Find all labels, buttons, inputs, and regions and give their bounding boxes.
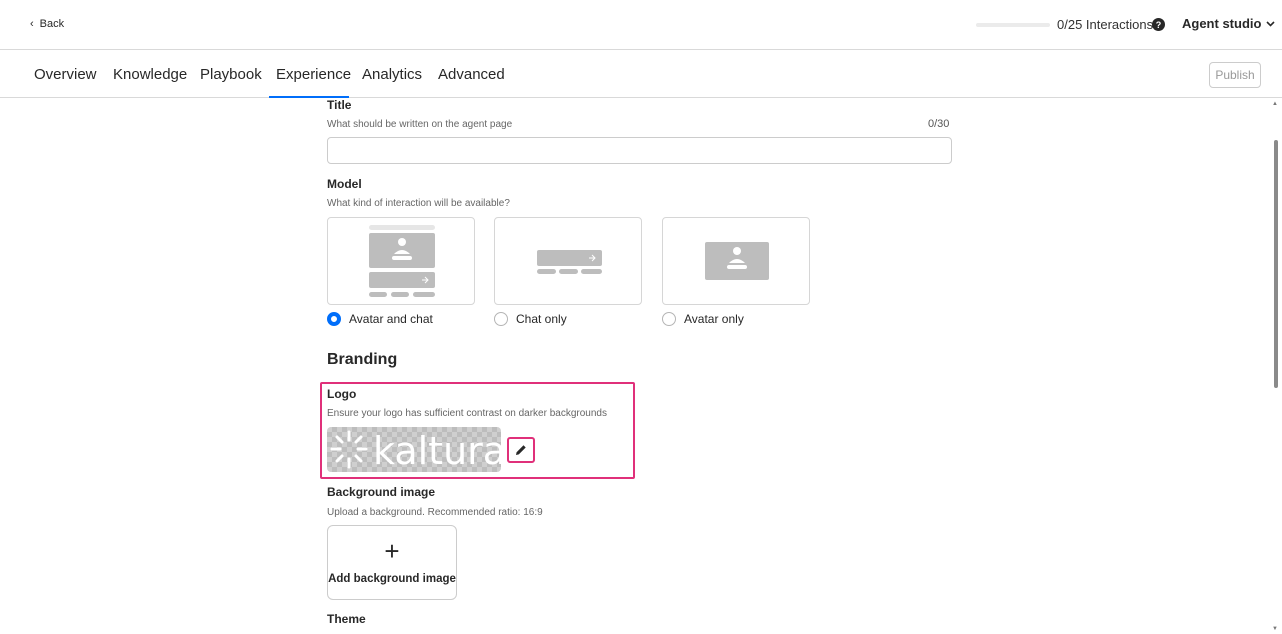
avatar-only-illustration <box>705 242 769 280</box>
tab-overview[interactable]: Overview <box>34 66 97 83</box>
radio-unchecked-icon[interactable] <box>494 312 508 326</box>
model-card-avatar-only[interactable] <box>662 217 810 305</box>
logo-image: kaltura <box>327 427 501 472</box>
tab-knowledge[interactable]: Knowledge <box>113 66 187 83</box>
avatar-and-chat-illustration <box>369 225 435 297</box>
title-input[interactable] <box>327 137 952 164</box>
publish-button[interactable]: Publish <box>1209 62 1261 88</box>
edit-logo-button[interactable] <box>507 437 535 463</box>
help-circle-icon[interactable]: ? <box>1152 18 1165 31</box>
chevron-down-icon <box>1266 19 1276 29</box>
interactions-counter: 0/25 Interactions <box>1057 17 1154 32</box>
radio-unchecked-icon[interactable] <box>662 312 676 326</box>
logo-text: kaltura <box>373 429 501 472</box>
background-image-label: Background image <box>327 485 436 499</box>
scrollbar-thumb[interactable] <box>1274 140 1278 388</box>
logo-label: Logo <box>327 387 357 401</box>
chevron-left-icon: ‹ <box>30 18 34 30</box>
pencil-icon <box>516 445 526 455</box>
radio-label: Avatar and chat <box>349 312 433 326</box>
model-label: Model <box>327 177 362 191</box>
title-hint: What should be written on the agent page <box>327 119 513 130</box>
title-label: Title <box>327 98 352 112</box>
tab-analytics[interactable]: Analytics <box>362 66 422 83</box>
back-button[interactable]: ‹ Back <box>30 18 64 30</box>
radio-chat-only[interactable]: Chat only <box>494 312 567 326</box>
model-card-chat-only[interactable] <box>494 217 642 305</box>
model-card-avatar-and-chat[interactable] <box>327 217 475 305</box>
radio-avatar-and-chat[interactable]: Avatar and chat <box>327 312 433 326</box>
tab-advanced[interactable]: Advanced <box>438 66 505 83</box>
interactions-progress-bar <box>976 23 1050 27</box>
kaltura-logo-icon: kaltura <box>330 429 501 472</box>
tab-experience[interactable]: Experience <box>276 66 351 83</box>
agent-studio-label: Agent studio <box>1182 16 1262 31</box>
background-image-hint: Upload a background. Recommended ratio: … <box>327 507 543 518</box>
logo-hint: Ensure your logo has sufficient contrast… <box>327 408 607 419</box>
add-background-image-button[interactable]: + Add background image <box>327 525 457 600</box>
title-char-counter: 0/30 <box>928 118 950 130</box>
scroll-down-arrow[interactable]: ▼ <box>1272 626 1278 632</box>
add-background-image-label: Add background image <box>328 573 456 585</box>
top-bar: ‹ Back 0/25 Interactions ? Agent studio <box>0 0 1282 50</box>
scroll-up-arrow[interactable]: ▲ <box>1272 101 1278 107</box>
radio-label: Avatar only <box>684 312 744 326</box>
plus-icon: + <box>384 536 400 566</box>
nav-tabs: Overview Knowledge Playbook Experience A… <box>0 50 1282 98</box>
radio-avatar-only[interactable]: Avatar only <box>662 312 744 326</box>
radio-checked-icon[interactable] <box>327 312 341 326</box>
branding-heading: Branding <box>327 351 398 368</box>
model-hint: What kind of interaction will be availab… <box>327 198 510 209</box>
radio-label: Chat only <box>516 312 567 326</box>
agent-studio-menu[interactable]: Agent studio <box>1182 16 1276 31</box>
theme-label: Theme <box>327 612 366 626</box>
back-label: Back <box>39 18 65 30</box>
chat-only-illustration <box>537 250 602 274</box>
tab-playbook[interactable]: Playbook <box>200 66 262 83</box>
